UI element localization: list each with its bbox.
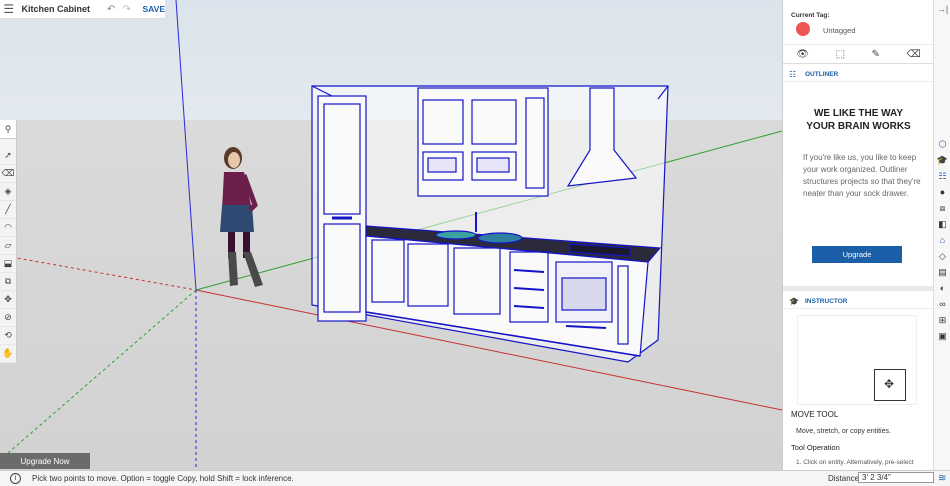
- upgrade-now-button[interactable]: Upgrade Now: [0, 453, 90, 469]
- model-scene[interactable]: [0, 0, 782, 470]
- kitchen-cabinet-model[interactable]: [311, 85, 669, 363]
- line-icon[interactable]: ╱: [0, 201, 16, 219]
- tool-operation-title: Tool Operation: [791, 443, 840, 452]
- tag-actions: 👁 ⬚ ✎ ⌫: [783, 44, 934, 64]
- collapse-panel-icon[interactable]: →|: [934, 0, 950, 18]
- tool-name: MOVE TOOL: [791, 410, 839, 419]
- status-bar: i Pick two points to move. Option = togg…: [0, 470, 950, 486]
- instructor-illustration: ✥: [797, 315, 917, 405]
- tool-operation-step: 1. Click on entity. Alternatively, pre-s…: [796, 459, 914, 466]
- instructor-header[interactable]: 🎓 INSTRUCTOR: [783, 294, 934, 309]
- outliner-header[interactable]: ☷ OUTLINER: [783, 67, 934, 82]
- right-icon-rail: →| ⬡ 🎓 ☷ ● ⧈ ◧ ⌂ ◇ ▤ ◐ ∞ ⊞ ▣: [933, 0, 950, 470]
- tag-eraser-icon[interactable]: ⌫: [907, 49, 921, 60]
- shadows-icon[interactable]: ◐: [934, 280, 950, 296]
- tool-description: Move, stretch, or copy entities.: [796, 428, 891, 435]
- select-icon[interactable]: ➚: [0, 147, 16, 165]
- tag-name[interactable]: Untagged: [823, 26, 856, 35]
- panel-divider: [783, 286, 934, 291]
- glasses-icon[interactable]: ∞: [934, 296, 950, 312]
- pan-icon[interactable]: ✋: [0, 345, 16, 363]
- entity-info-icon[interactable]: ⬡: [934, 136, 950, 152]
- distance-input[interactable]: 3' 2 3/4": [858, 472, 934, 483]
- display-icon[interactable]: ▣: [934, 328, 950, 344]
- offset-icon[interactable]: ⧉: [0, 273, 16, 291]
- outliner-icon: ☷: [789, 69, 797, 79]
- top-bar: ☰ Kitchen Cabinet ↶ ↷ SAVE: [0, 0, 165, 19]
- cube-icon: ✥: [874, 369, 906, 401]
- model-title: Kitchen Cabinet: [21, 4, 91, 14]
- tag-color-swatch[interactable]: [796, 22, 810, 36]
- distance-label: Distance: [828, 474, 860, 483]
- save-button[interactable]: SAVE: [142, 4, 165, 14]
- outliner-title: WE LIKE THE WAY YOUR BRAIN WORKS: [806, 108, 911, 132]
- move-cursor-icon: ✥: [884, 377, 895, 391]
- 3d-viewport[interactable]: ☰ Kitchen Cabinet ↶ ↷ SAVE ⚲ ➚ ⌫ ◈ ╱ ◠ ▱…: [0, 0, 782, 470]
- hamburger-icon[interactable]: ☰: [0, 2, 18, 16]
- eraser-icon[interactable]: ⌫: [0, 165, 16, 183]
- info-icon[interactable]: i: [10, 473, 21, 484]
- styles-icon[interactable]: ◧: [934, 216, 950, 232]
- search-icon[interactable]: ⚲: [0, 120, 16, 139]
- push-pull-icon[interactable]: ⬓: [0, 255, 16, 273]
- scenes-icon[interactable]: ⌂: [934, 232, 950, 248]
- scale-figure[interactable]: [220, 147, 263, 287]
- solid-inspector-icon[interactable]: ⊞: [934, 312, 950, 328]
- left-toolbar: ⚲ ➚ ⌫ ◈ ╱ ◠ ▱ ⬓ ⧉ ✥ ⊘ ⟲ ✋: [0, 120, 17, 363]
- layers-stack-icon[interactable]: ≋: [938, 473, 946, 484]
- tag-add-icon[interactable]: ⬚: [836, 49, 845, 60]
- instructor-rail-icon[interactable]: 🎓: [934, 152, 950, 168]
- outliner-rail-icon[interactable]: ☷: [934, 168, 950, 184]
- outliner-body: If you're like us, you like to keep your…: [803, 153, 921, 198]
- graduation-cap-icon: 🎓: [789, 296, 799, 306]
- layers-icon[interactable]: ▤: [934, 264, 950, 280]
- arc-icon[interactable]: ◠: [0, 219, 16, 237]
- materials-icon[interactable]: ●: [934, 184, 950, 200]
- rectangle-icon[interactable]: ▱: [0, 237, 16, 255]
- red-axis-negative: [0, 254, 197, 291]
- components-icon[interactable]: ⧈: [934, 200, 950, 216]
- status-message: Pick two points to move. Option = toggle…: [32, 474, 294, 483]
- right-panel: Current Tag: Untagged 👁 ⬚ ✎ ⌫ ☷ OUTLINER…: [782, 0, 934, 470]
- move-icon[interactable]: ✥: [0, 291, 16, 309]
- tag-brush-icon[interactable]: ✎: [872, 49, 880, 60]
- green-axis-negative: [0, 289, 197, 461]
- current-tag-label: Current Tag:: [791, 12, 830, 19]
- paint-bucket-icon[interactable]: ◈: [0, 183, 16, 201]
- orbit-icon[interactable]: ⟲: [0, 327, 16, 345]
- tags-icon[interactable]: ◇: [934, 248, 950, 264]
- upgrade-button[interactable]: Upgrade: [812, 246, 902, 263]
- tape-measure-icon[interactable]: ⊘: [0, 309, 16, 327]
- eye-icon[interactable]: 👁: [796, 49, 809, 60]
- undo-icon[interactable]: ↶: [103, 4, 119, 15]
- blue-axis: [175, 0, 197, 291]
- redo-icon[interactable]: ↷: [119, 4, 135, 15]
